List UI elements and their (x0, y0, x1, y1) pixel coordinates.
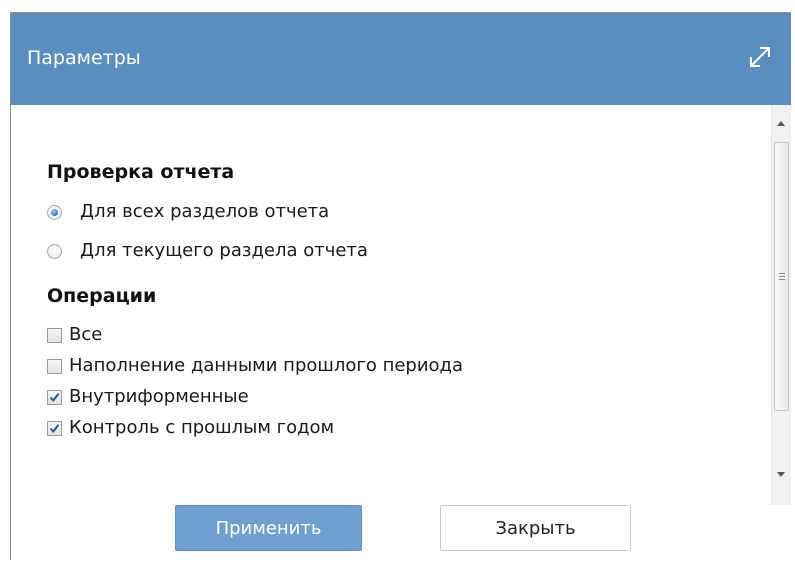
grip-line (779, 273, 785, 274)
checkbox-label: Внутриформенные (69, 386, 249, 407)
checkbox-unchecked[interactable] (47, 358, 62, 374)
checkbox-label: Контроль с прошлым годом (69, 417, 335, 438)
checkmark-icon (49, 392, 60, 402)
apply-button[interactable]: Применить (175, 505, 362, 551)
radio-label: Для текущего раздела отчета (80, 240, 368, 261)
scroll-up-arrow-icon[interactable] (777, 121, 785, 126)
checkbox-unchecked[interactable] (47, 327, 62, 343)
scroll-thumb[interactable] (774, 142, 789, 411)
operations-heading: Операции (47, 285, 157, 307)
dialog-header: Параметры (11, 13, 791, 105)
checkbox-row-prev-period[interactable]: Наполнение данными прошлого периода (47, 353, 463, 379)
close-button[interactable]: Закрыть (440, 505, 631, 551)
checkbox-checked[interactable] (47, 389, 62, 405)
dialog-footer: Применить Закрыть (11, 505, 791, 561)
checkmark-icon (49, 423, 60, 433)
vertical-scrollbar[interactable] (771, 105, 791, 505)
dialog-content: Проверка отчета Для всех разделов отчета… (11, 105, 771, 505)
radio-button-unchecked[interactable] (47, 243, 62, 259)
grip-line (779, 276, 785, 277)
checkbox-row-all[interactable]: Все (47, 322, 102, 348)
radio-label: Для всех разделов отчета (80, 201, 330, 222)
parameters-dialog: Параметры Проверка отчета Для всех разде… (10, 12, 791, 561)
grip-line (779, 279, 785, 280)
checkbox-label: Все (69, 324, 103, 345)
checkbox-row-intraform[interactable]: Внутриформенные (47, 384, 249, 410)
checkbox-checked[interactable] (47, 420, 62, 436)
radio-button-checked[interactable] (47, 204, 62, 220)
report-check-heading: Проверка отчета (47, 161, 235, 183)
scroll-down-arrow-icon[interactable] (777, 472, 785, 477)
expand-icon[interactable] (747, 44, 773, 70)
radio-option-all-sections[interactable]: Для всех разделов отчета (47, 199, 329, 225)
dialog-title: Параметры (27, 47, 141, 69)
checkbox-label: Наполнение данными прошлого периода (69, 355, 464, 376)
radio-option-current-section[interactable]: Для текущего раздела отчета (47, 238, 368, 264)
checkbox-row-prev-year-control[interactable]: Контроль с прошлым годом (47, 415, 334, 441)
